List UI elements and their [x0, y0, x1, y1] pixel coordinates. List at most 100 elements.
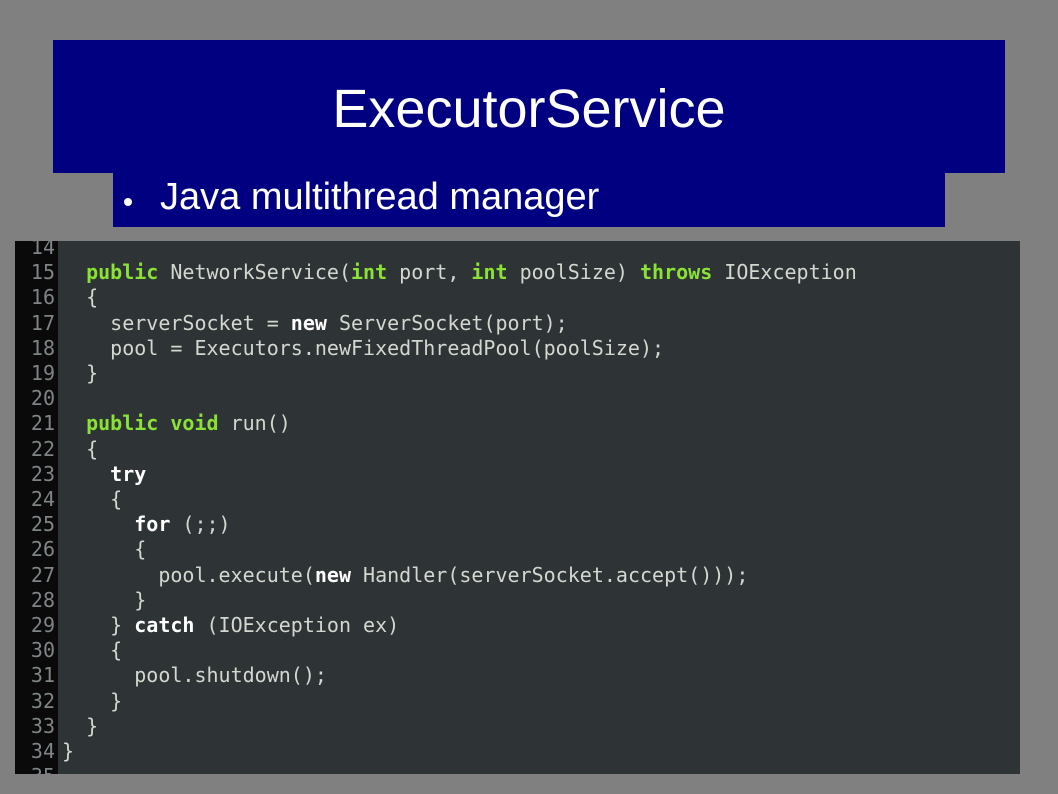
code-line: 22 { [15, 437, 1020, 462]
code-token: NetworkService( [158, 260, 351, 285]
code-text: { [62, 285, 98, 310]
code-line: 27 pool.execute(new Handler(serverSocket… [15, 563, 1020, 588]
code-token: { [62, 285, 99, 310]
line-number: 14 [30, 241, 55, 259]
code-token: { [62, 638, 123, 663]
line-number: 27 [30, 562, 55, 587]
line-number: 21 [30, 411, 55, 436]
code-token: } [62, 688, 123, 713]
code-line: 16 { [15, 285, 1020, 310]
line-number: 18 [30, 335, 55, 360]
code-token: run() [218, 411, 291, 436]
line-number: 28 [30, 587, 55, 612]
line-number: 30 [30, 638, 55, 663]
code-text: { [62, 638, 122, 663]
code-token: pool.execute( [62, 562, 315, 587]
code-line: 17 serverSocket = new ServerSocket(port)… [15, 311, 1020, 336]
line-number: 23 [30, 461, 55, 486]
line-number: 25 [30, 512, 55, 537]
line-number: 26 [30, 537, 55, 562]
code-keyword: for [134, 512, 171, 537]
code-keyword: new [314, 562, 351, 587]
code-token: (IOException ex) [194, 613, 400, 637]
code-line: 25 for (;;) [15, 512, 1020, 537]
code-token: } [62, 587, 147, 612]
code-token: pool = Executors.newFixedThreadPool(pool… [62, 335, 665, 360]
code-token: { [62, 487, 123, 511]
code-token: poolSize) [507, 260, 640, 285]
code-line: 15 public NetworkService(int port, int p… [15, 260, 1020, 285]
code-line: 24 { [15, 487, 1020, 512]
code-token: { [62, 436, 99, 461]
line-number: 32 [30, 688, 55, 713]
code-text: pool.execute(new Handler(serverSocket.ac… [62, 563, 748, 588]
code-text: { [62, 437, 98, 462]
code-token: ServerSocket(port); [326, 310, 568, 335]
code-text: { [62, 487, 122, 512]
line-number: 22 [30, 436, 55, 461]
line-number: 17 [30, 310, 55, 335]
code-line: 21 public void run() [15, 411, 1020, 436]
code-text: serverSocket = new ServerSocket(port); [62, 311, 568, 336]
code-text: } [62, 689, 122, 714]
line-number: 33 [30, 713, 55, 738]
code-text: try [62, 462, 146, 487]
line-number: 29 [30, 613, 55, 637]
code-line: 34} [15, 739, 1020, 764]
line-number: 16 [30, 285, 55, 310]
line-number: 15 [30, 260, 55, 285]
code-token: } [62, 361, 99, 385]
code-text: pool.shutdown(); [62, 663, 327, 688]
code-token: port, [387, 260, 472, 285]
code-line: 35 [15, 764, 1020, 774]
code-line: 20 [15, 386, 1020, 411]
code-token: (;;) [170, 512, 231, 537]
code-line: 14 [15, 241, 1020, 260]
line-number: 19 [30, 361, 55, 385]
code-text: } [62, 361, 98, 386]
line-number: 34 [30, 739, 55, 763]
code-panel: 14 15 public NetworkService(int port, int… [15, 241, 1020, 774]
code-token: IOException [712, 260, 857, 285]
code-line: 33 } [15, 714, 1020, 739]
code-text: public NetworkService(int port, int pool… [62, 260, 857, 285]
code-token: pool.shutdown(); [62, 663, 327, 688]
line-number: 31 [30, 663, 55, 688]
code-text: } [62, 588, 146, 613]
code-keyword: catch [134, 613, 195, 637]
code-text: } [62, 739, 74, 764]
code-keyword: public [86, 411, 159, 436]
code-keyword: try [110, 461, 147, 486]
code-line: 28 } [15, 588, 1020, 613]
code-token: serverSocket = [62, 310, 291, 335]
code-keyword: new [290, 310, 327, 335]
code-text: for (;;) [62, 512, 231, 537]
code-line: 30 { [15, 638, 1020, 663]
code-token: } [62, 613, 135, 637]
code-keyword: void [170, 411, 219, 436]
code-token: } [62, 713, 99, 738]
line-number: 20 [30, 386, 55, 411]
code-token: Handler(serverSocket.accept())); [351, 562, 749, 587]
code-token: } [62, 739, 75, 763]
code-line: 23 try [15, 462, 1020, 487]
code-line: 19 } [15, 361, 1020, 386]
code-text: public void run() [62, 411, 291, 436]
code-line: 29 } catch (IOException ex) [15, 613, 1020, 638]
bullet-text: Java multithread manager [160, 176, 600, 218]
code-text: pool = Executors.newFixedThreadPool(pool… [62, 336, 664, 361]
code-line: 32 } [15, 689, 1020, 714]
slide-title: ExecutorService [332, 79, 726, 139]
line-number: 24 [30, 487, 55, 511]
code-text: } catch (IOException ex) [62, 613, 399, 638]
code-keyword: int [471, 260, 508, 285]
code-line: 18 pool = Executors.newFixedThreadPool(p… [15, 336, 1020, 361]
bullet-dot-icon [124, 198, 132, 206]
code-line: 31 pool.shutdown(); [15, 663, 1020, 688]
line-number: 35 [15, 764, 55, 774]
code-keyword: public [86, 260, 159, 285]
